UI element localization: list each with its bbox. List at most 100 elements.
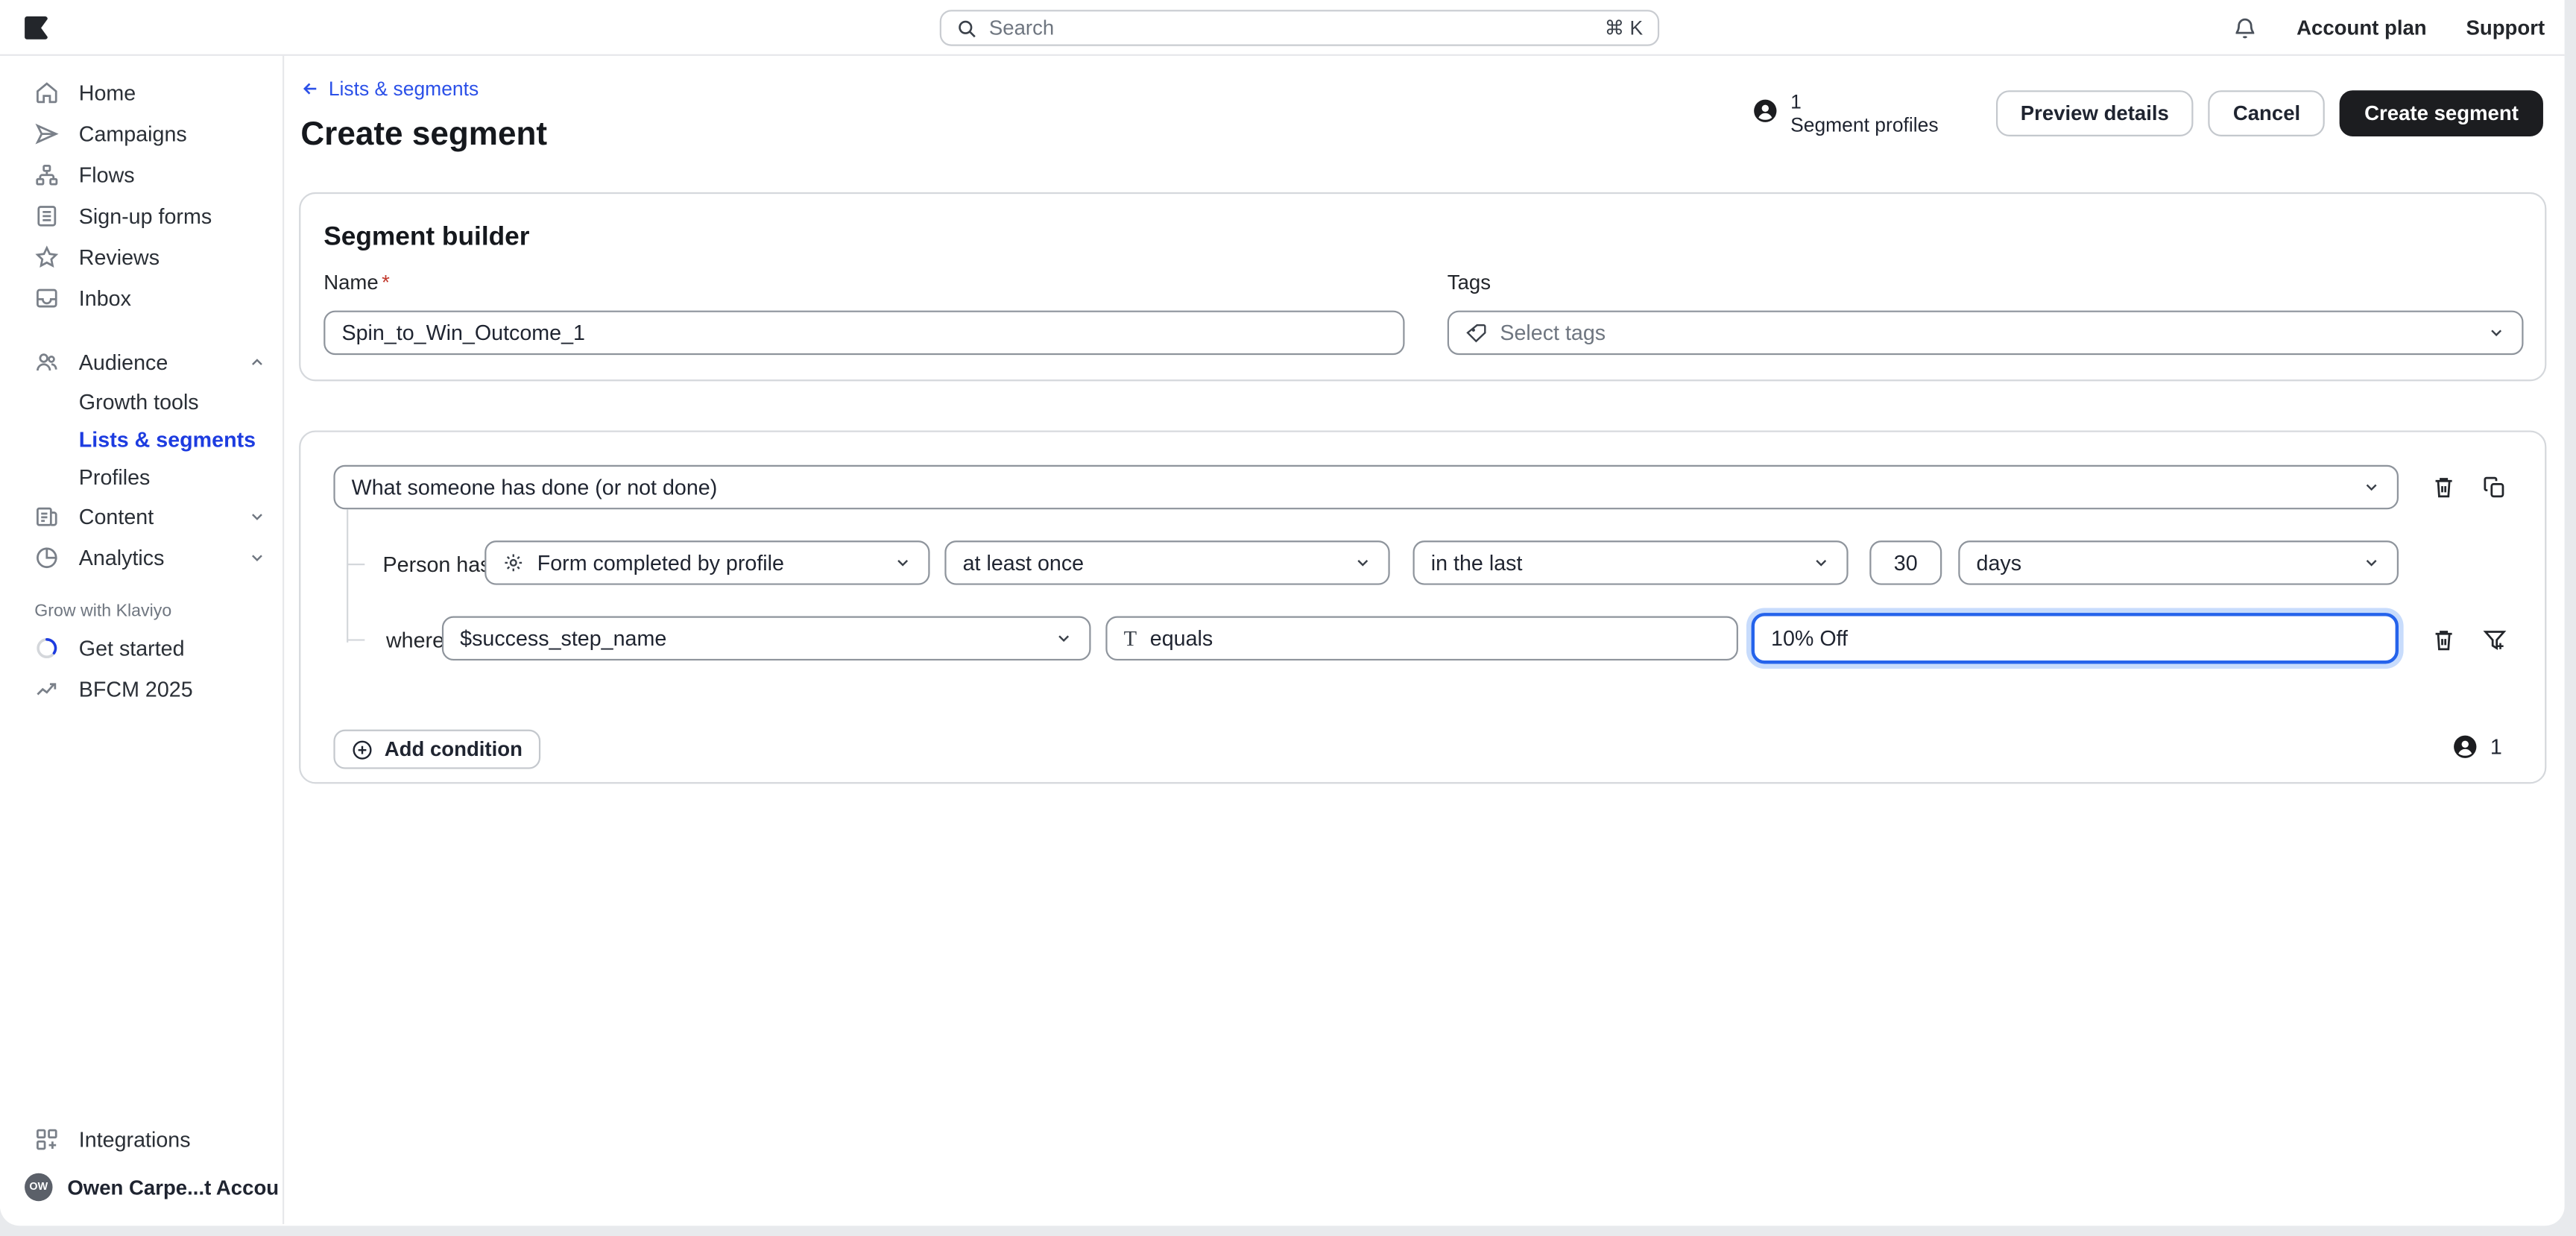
sidebar-item-reviews[interactable]: Reviews [0,236,282,277]
operator-select[interactable]: T equals [1105,617,1738,661]
campaigns-send-icon [34,122,59,146]
sidebar-label: Analytics [79,546,165,570]
segment-profiles-count: 1 [1790,92,1938,113]
tags-placeholder: Select tags [1500,321,1606,345]
sidebar-item-growth-tools[interactable]: Growth tools [0,383,282,421]
sidebar-label: Home [79,81,136,105]
search-input[interactable] [989,16,1593,40]
chevron-down-icon [2487,324,2505,341]
tags-label: Tags [1448,271,1491,294]
sidebar-item-get-started[interactable]: Get started [0,628,282,669]
breadcrumb-label: Lists & segments [329,78,479,101]
metric-value: Form completed by profile [537,550,784,575]
condition-profile-count: 1 [2452,734,2502,759]
main-content: Lists & segments Create segment 1 Segmen… [284,56,2564,1224]
operator-value: equals [1150,626,1213,651]
condition-connector [347,564,364,565]
segment-builder-card: Segment builder Name* Tags Select tags [299,192,2546,381]
add-condition-button[interactable]: Add condition [333,730,540,769]
chevron-down-icon [248,508,266,526]
sidebar-label: Flows [79,163,135,187]
header-actions: 1 Segment profiles Preview details Cance… [1752,90,2543,138]
person-circle-icon [2452,734,2477,759]
sidebar-item-analytics[interactable]: Analytics [0,537,282,578]
condition-count-value: 1 [2490,734,2502,759]
tag-icon [1465,322,1487,344]
frequency-select[interactable]: at least once [944,540,1389,585]
preview-details-button[interactable]: Preview details [1996,90,2194,136]
klaviyo-app: ⌘ K Account plan Support Home [0,0,2576,1235]
chevron-up-icon [248,353,266,371]
sidebar-label: Campaigns [79,122,187,146]
chevron-down-icon [1055,629,1073,647]
sidebar-item-campaigns[interactable]: Campaigns [0,113,282,154]
condition-connector [347,509,348,643]
segment-name-input[interactable] [323,311,1404,356]
condition-value-input[interactable] [1752,613,2399,663]
klaviyo-logo-icon[interactable] [25,16,48,40]
progress-ring-icon [34,636,59,660]
create-segment-button[interactable]: Create segment [2340,90,2543,136]
sidebar-item-lists-segments[interactable]: Lists & segments [0,420,282,458]
sidebar-item-integrations[interactable]: Integrations [0,1119,282,1160]
add-filter-icon[interactable] [2482,628,2507,652]
page-title: Create segment [300,116,547,154]
notifications-bell-icon[interactable] [2232,16,2257,40]
sidebar-label: BFCM 2025 [79,677,193,701]
audience-people-icon [34,350,59,374]
sidebar-label: Integrations [79,1127,191,1152]
sidebar-item-inbox[interactable]: Inbox [0,277,282,318]
where-label: where [386,628,444,652]
sidebar-item-flows[interactable]: Flows [0,154,282,195]
search-shortcut: ⌘ K [1605,16,1643,40]
person-has-label: Person has [383,552,491,577]
segment-profiles-label: Segment profiles [1790,113,1938,138]
person-circle-icon [1752,98,1777,123]
sidebar-label: Content [79,505,154,529]
property-value: $success_step_name [460,626,666,651]
sidebar-item-signup-forms[interactable]: Sign-up forms [0,195,282,236]
metric-select[interactable]: Form completed by profile [484,540,929,585]
condition-connector [347,639,364,640]
sidebar-label: Audience [79,350,168,374]
account-plan-link[interactable]: Account plan [2296,16,2427,40]
condition-type-select[interactable]: What someone has done (or not done) [333,465,2399,510]
account-menu[interactable]: OW Owen Carpe...t Accou [0,1160,282,1214]
plus-circle-icon [352,739,373,760]
sidebar: Home Campaigns Flows Sign-up forms [0,56,284,1224]
property-select[interactable]: $success_step_name [442,617,1091,661]
timeframe-unit-select[interactable]: days [1958,540,2399,585]
cancel-button[interactable]: Cancel [2209,90,2325,136]
sidebar-item-home[interactable]: Home [0,72,282,113]
delete-condition-icon[interactable] [2431,475,2456,499]
tags-select[interactable]: Select tags [1448,311,2524,356]
gear-icon [502,552,524,574]
required-asterisk: * [382,271,390,294]
sidebar-bottom: Integrations OW Owen Carpe...t Accou [0,1119,282,1224]
breadcrumb[interactable]: Lists & segments [300,78,479,101]
sidebar-label: Sign-up forms [79,204,212,228]
chevron-down-icon [2362,554,2380,572]
account-name: Owen Carpe...t Accou [67,1176,279,1199]
delete-filter-icon[interactable] [2431,628,2456,652]
text-type-icon: T [1124,628,1137,649]
condition-card: What someone has done (or not done) Pers… [299,430,2546,783]
flows-icon [34,163,59,187]
segment-profiles-chip: 1 Segment profiles [1752,92,1938,138]
sidebar-item-bfcm-2025[interactable]: BFCM 2025 [0,669,282,710]
timeframe-value: in the last [1431,550,1523,575]
condition-type-value: What someone has done (or not done) [352,475,718,499]
sidebar-label: Reviews [79,245,160,269]
avatar: OW [25,1173,52,1201]
inbox-icon [34,286,59,311]
timeframe-select[interactable]: in the last [1413,540,1849,585]
support-link[interactable]: Support [2466,16,2545,40]
search-icon [956,17,978,39]
app-window: ⌘ K Account plan Support Home [0,0,2565,1226]
global-search[interactable]: ⌘ K [940,10,1659,45]
timeframe-number-input[interactable] [1869,540,1942,585]
sidebar-item-audience[interactable]: Audience [0,341,282,382]
sidebar-item-content[interactable]: Content [0,496,282,537]
duplicate-condition-icon[interactable] [2482,475,2507,499]
sidebar-item-profiles[interactable]: Profiles [0,458,282,496]
